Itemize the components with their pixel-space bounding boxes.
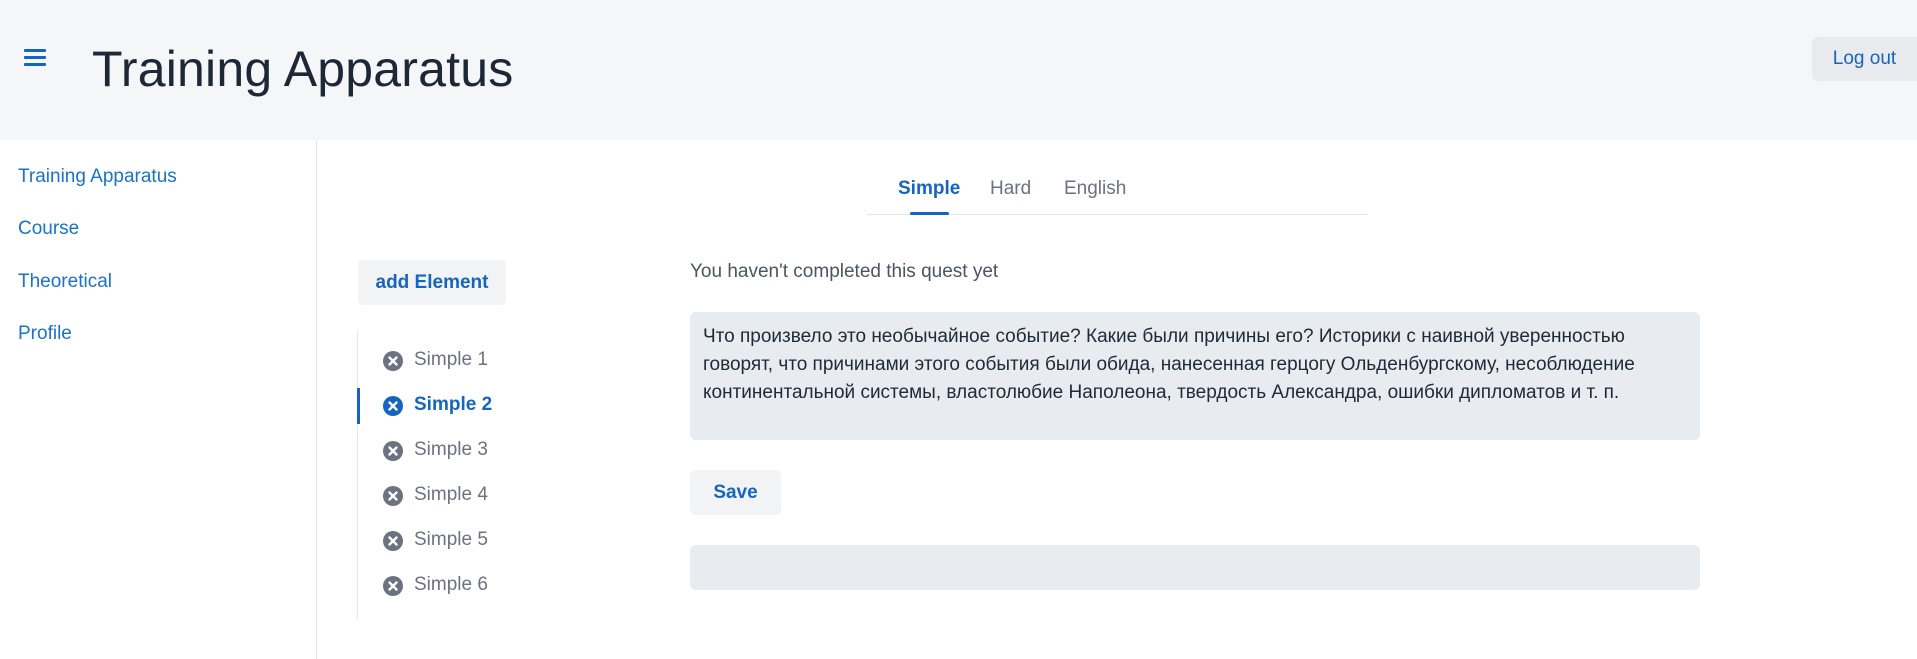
add-element-button[interactable]: add Element: [358, 260, 506, 305]
list-item[interactable]: Simple 1: [358, 343, 528, 379]
tab-english[interactable]: English: [1064, 178, 1126, 200]
sidebar: Training Apparatus Course Theoretical Pr…: [0, 140, 317, 659]
close-circle-icon[interactable]: [383, 396, 403, 416]
sidebar-item-course[interactable]: Course: [18, 218, 79, 240]
list-item-label: Simple 4: [414, 484, 488, 505]
answer-input[interactable]: [690, 545, 1700, 590]
tab-bar: Simple Hard English: [867, 168, 1367, 215]
element-list: Simple 1 Simple 2 Simple 3 Simple 4 Simp…: [357, 330, 527, 620]
logout-button[interactable]: Log out: [1812, 37, 1917, 81]
sidebar-item-training-apparatus[interactable]: Training Apparatus: [18, 166, 177, 188]
close-circle-icon[interactable]: [383, 576, 403, 596]
list-item-label: Simple 3: [414, 439, 488, 460]
hamburger-menu-icon[interactable]: [24, 49, 46, 66]
list-item[interactable]: Simple 4: [358, 478, 528, 514]
tab-hard[interactable]: Hard: [990, 178, 1031, 200]
quest-status-text: You haven't completed this quest yet: [690, 261, 999, 282]
list-item-label: Simple 2: [414, 394, 493, 415]
list-item-label: Simple 5: [414, 529, 488, 550]
page-title: Training Apparatus: [92, 41, 514, 97]
list-item-label: Simple 6: [414, 574, 488, 595]
list-item-active[interactable]: Simple 2: [357, 388, 528, 424]
active-item-indicator: [357, 388, 360, 424]
close-circle-icon[interactable]: [383, 531, 403, 551]
quest-text-block: Что произвело это необычайное событие? К…: [690, 312, 1700, 440]
app-header: Training Apparatus Log out: [0, 0, 1917, 140]
list-item[interactable]: Simple 6: [358, 568, 528, 604]
list-item-label: Simple 1: [414, 349, 488, 370]
tab-simple[interactable]: Simple: [898, 178, 960, 200]
active-tab-indicator: [910, 212, 949, 215]
sidebar-item-profile[interactable]: Profile: [18, 323, 72, 345]
close-circle-icon[interactable]: [383, 441, 403, 461]
close-circle-icon[interactable]: [383, 351, 403, 371]
list-item[interactable]: Simple 5: [358, 523, 528, 559]
sidebar-item-theoretical[interactable]: Theoretical: [18, 271, 112, 293]
close-circle-icon[interactable]: [383, 486, 403, 506]
list-item[interactable]: Simple 3: [358, 433, 528, 469]
save-button[interactable]: Save: [690, 470, 781, 515]
